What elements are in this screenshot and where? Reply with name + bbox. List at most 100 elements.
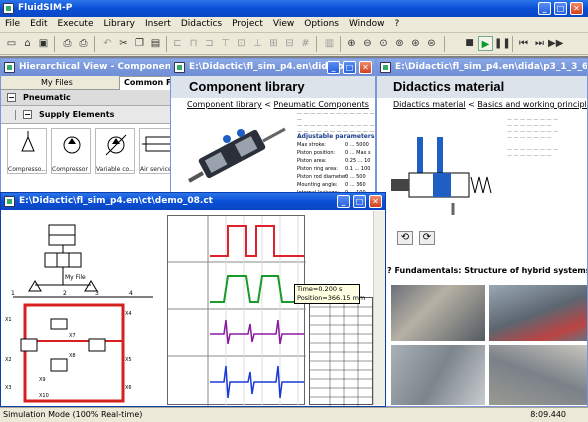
breadcrumb-link[interactable]: Component library (187, 100, 262, 109)
grid-icon[interactable]: # (298, 36, 313, 51)
page-title: Component library (189, 79, 305, 94)
pause-icon[interactable]: ❚❚ (494, 36, 511, 51)
param-row: Piston rod diameter:0 ... 500 (297, 173, 375, 181)
check-drawing-icon[interactable]: ▥ (322, 36, 337, 51)
terminal-label: X10 (39, 393, 49, 399)
align-right-icon[interactable]: ⊐ (202, 36, 217, 51)
menu-view[interactable]: View (268, 17, 299, 31)
component-variable-compressor[interactable]: Variable co... (95, 128, 135, 174)
open-file-icon[interactable]: ⌂ (20, 36, 35, 51)
simulation-time: 8:09.440 (530, 410, 566, 419)
step-forward-icon[interactable]: ⏭ (532, 36, 547, 51)
compressor-pump-icon (63, 136, 81, 154)
minimize-button[interactable]: _ (327, 61, 340, 74)
params-heading: Adjustable parameters (297, 133, 375, 140)
copy-icon[interactable]: ❐ (132, 36, 147, 51)
plot-tooltip: Time=0.200 s Position=366.15 mm (294, 284, 365, 304)
align-middle-icon[interactable]: ⊡ (234, 36, 249, 51)
param-row: Mounting angle: 0 ... 360 (297, 181, 375, 189)
param-row: Piston area: 0.25 ... 10 (297, 157, 375, 165)
circuit-diagram[interactable]: My File 1 2 3 4 X1 X2 X3 X4 X5 X6 X7 X8 … (3, 211, 165, 407)
menu-file[interactable]: File (0, 17, 25, 31)
menu-edit[interactable]: Edit (25, 17, 52, 31)
start-icon[interactable]: ▶ (478, 36, 493, 51)
menu-insert[interactable]: Insert (140, 17, 176, 31)
close-button[interactable]: ✕ (570, 2, 583, 15)
component-library-title-bar: E:\Didactic\fl_sim_p4.en\dida\p... _ □ ✕ (171, 59, 375, 76)
align-top-icon[interactable]: ⊤ (218, 36, 233, 51)
undo-icon[interactable]: ↶ (100, 36, 115, 51)
menu-library[interactable]: Library (99, 17, 140, 31)
close-button[interactable]: ✕ (359, 61, 372, 74)
param-value: 0 ... 5000 (345, 142, 369, 148)
replay-button[interactable]: ⟳ (419, 231, 435, 245)
collapse-icon[interactable]: − (7, 93, 16, 102)
menu-didactics[interactable]: Didactics (176, 17, 227, 31)
param-name: Piston area: (297, 158, 327, 164)
table-grid (310, 298, 374, 406)
menu-options[interactable]: Options (299, 17, 344, 31)
minimize-button[interactable]: _ (538, 2, 551, 15)
component-label-myfile: My File (65, 274, 86, 281)
new-file-icon[interactable]: ▭ (4, 36, 19, 51)
hierarchical-view-title-bar: Hierarchical View - Component Library (1, 59, 177, 76)
group-pneumatic[interactable]: − Pneumatic (1, 90, 177, 106)
menu-help[interactable]: ? (389, 17, 404, 31)
fundamentals-title: Fundamentals: Structure of hybrid system… (394, 266, 588, 275)
align-center-icon[interactable]: ⊓ (186, 36, 201, 51)
save-icon[interactable]: ▣ (36, 36, 51, 51)
breadcrumb-link[interactable]: Pneumatic Components (274, 100, 369, 109)
align-bottom-icon[interactable]: ⊥ (250, 36, 265, 51)
toolbar: ▭ ⌂ ▣ ⎙ ⎙ ↶ ✂ ❐ ▤ ⊏ ⊓ ⊐ ⊤ ⊡ ⊥ ⊞ ⊟ # ▥ ⊕ … (0, 33, 588, 55)
component-compressor[interactable]: Compressor (51, 128, 91, 174)
zoom-out-icon[interactable]: ⊖ (360, 36, 375, 51)
zoom-window-icon[interactable]: ⊚ (392, 36, 407, 51)
menu-execute[interactable]: Execute (53, 17, 99, 31)
didactics-header: Didactics material (377, 76, 587, 98)
group-supply-elements[interactable]: − Supply Elements (1, 106, 177, 124)
rewind-icon[interactable]: ⏮ (516, 36, 531, 51)
vertical-scrollbar[interactable] (373, 211, 385, 405)
align-left-icon[interactable]: ⊏ (170, 36, 185, 51)
component-compressor-symbol[interactable]: Compresso... (7, 128, 47, 174)
component-label: Compressor (52, 166, 88, 173)
zoom-previous-icon[interactable]: ⊛ (408, 36, 423, 51)
zoom-in-icon[interactable]: ⊕ (344, 36, 359, 51)
library-content: — — — — — — — — — — — — — — — — — — — — —… (171, 111, 375, 197)
menu-project[interactable]: Project (227, 17, 268, 31)
bus-label: 1 (11, 290, 15, 297)
minimize-button[interactable]: _ (337, 195, 350, 208)
print-preview-icon[interactable]: ⎙ (60, 36, 75, 51)
param-row: Piston position: 0 ... Max s (297, 149, 375, 157)
breadcrumb-link[interactable]: Basics and working principles (477, 100, 587, 109)
maximize-button[interactable]: □ (353, 195, 366, 208)
variable-compressor-icon (105, 134, 127, 156)
state-diagram[interactable]: Time=0.200 s Position=366.15 mm (167, 215, 365, 406)
window-icon (4, 62, 15, 73)
cut-icon[interactable]: ✂ (116, 36, 131, 51)
collapse-icon[interactable]: − (23, 110, 32, 119)
param-name: Piston position: (297, 150, 336, 156)
menu-window[interactable]: Window (344, 17, 390, 31)
maximize-button[interactable]: □ (554, 2, 567, 15)
paste-icon[interactable]: ▤ (148, 36, 163, 51)
app-title-bar: FluidSIM-P _ □ ✕ (0, 0, 588, 17)
rewind-button[interactable]: ⟲ (397, 231, 413, 245)
param-name: Mounting angle: (297, 182, 338, 188)
group-icon[interactable]: ⊞ (266, 36, 281, 51)
window-icon (174, 62, 185, 73)
maximize-button[interactable]: □ (343, 61, 356, 74)
param-value: 0 ... 360 (345, 182, 366, 188)
ungroup-icon[interactable]: ⊟ (282, 36, 297, 51)
page-title: Didactics material (393, 79, 505, 94)
zoom-100-icon[interactable]: ⊜ (424, 36, 439, 51)
close-button[interactable]: ✕ (369, 195, 382, 208)
print-icon[interactable]: ⎙ (76, 36, 91, 51)
fast-forward-icon[interactable]: ▶▶ (548, 36, 563, 51)
zoom-fit-icon[interactable]: ⊙ (376, 36, 391, 51)
tab-common[interactable]: Common F (119, 76, 177, 90)
param-value: 0 ... 500 (345, 174, 366, 180)
tab-my-files[interactable]: My Files (41, 78, 73, 87)
stop-icon[interactable]: ■ (462, 36, 477, 51)
breadcrumb-link[interactable]: Didactics material (393, 100, 466, 109)
